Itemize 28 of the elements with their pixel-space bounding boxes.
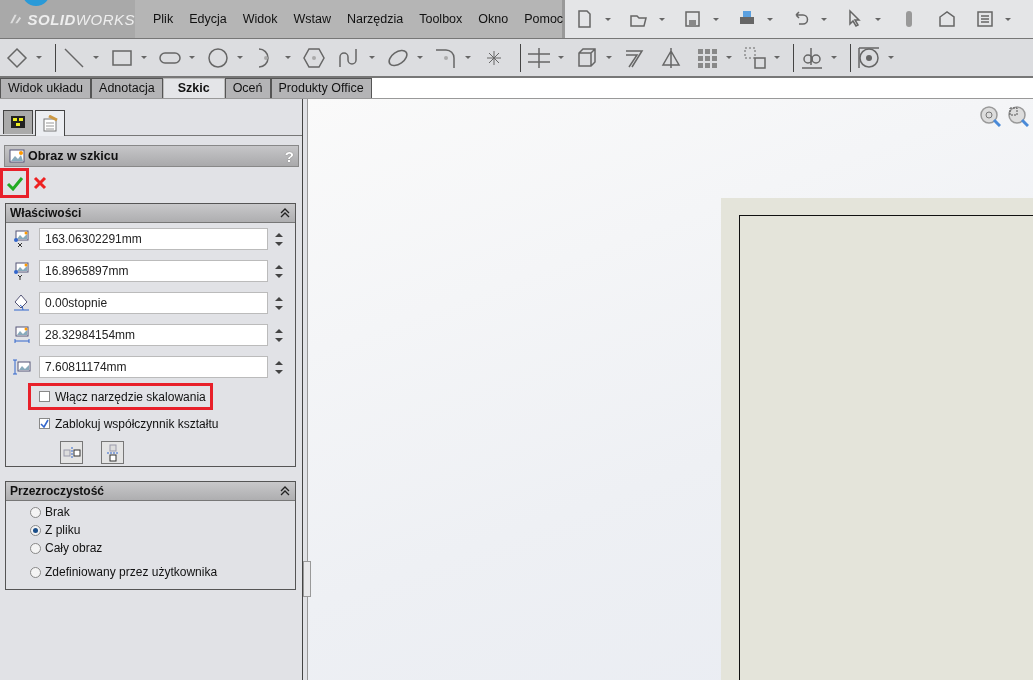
ribbon-tab[interactable]: Produkty Office <box>270 78 372 98</box>
menu-item[interactable]: Plik <box>145 9 182 29</box>
menu-item[interactable]: Widok <box>234 9 286 29</box>
menu-item[interactable]: Wstaw <box>285 9 339 29</box>
app-logo: SOLIDWORKS <box>27 10 135 28</box>
radio-label: Z pliku <box>45 523 81 537</box>
value-field[interactable]: 28.32984154mm <box>39 324 268 346</box>
menu-item[interactable]: Toolbox <box>411 9 471 29</box>
menu-item[interactable]: Pomoc <box>516 9 572 29</box>
ribbon-tab[interactable]: Widok układu <box>0 78 92 98</box>
ribbon-tab[interactable]: Oceń <box>224 78 271 98</box>
checkbox-label: Zablokuj współczynnik kształtu <box>55 416 219 431</box>
group-title: Przezroczystość <box>10 484 106 498</box>
menu-item[interactable]: Edycja <box>181 9 235 29</box>
value-field[interactable]: 0.00stopnie <box>39 292 268 314</box>
panel-title: Obraz w szkicu <box>28 149 120 163</box>
radio-label: Cały obraz <box>45 541 103 555</box>
value-field[interactable]: 163.06302291mm <box>39 228 268 250</box>
value-field[interactable]: 7.60811174mm <box>39 356 268 378</box>
menu-item[interactable]: Narzędzia <box>338 9 412 29</box>
radio-label: Zdefiniowany przez użytkownika <box>45 565 218 579</box>
value-field[interactable]: 16.8965897mm <box>39 260 268 282</box>
radio-label: Brak <box>45 505 70 519</box>
group-title: Właściwości <box>10 206 83 220</box>
checkbox-label: Włącz narzędzie skalowania <box>55 389 206 404</box>
ribbon-tab[interactable]: Szkic <box>162 78 225 98</box>
ribbon-tab[interactable]: Adnotacja <box>91 78 163 98</box>
menu-item[interactable]: Okno <box>470 9 517 29</box>
